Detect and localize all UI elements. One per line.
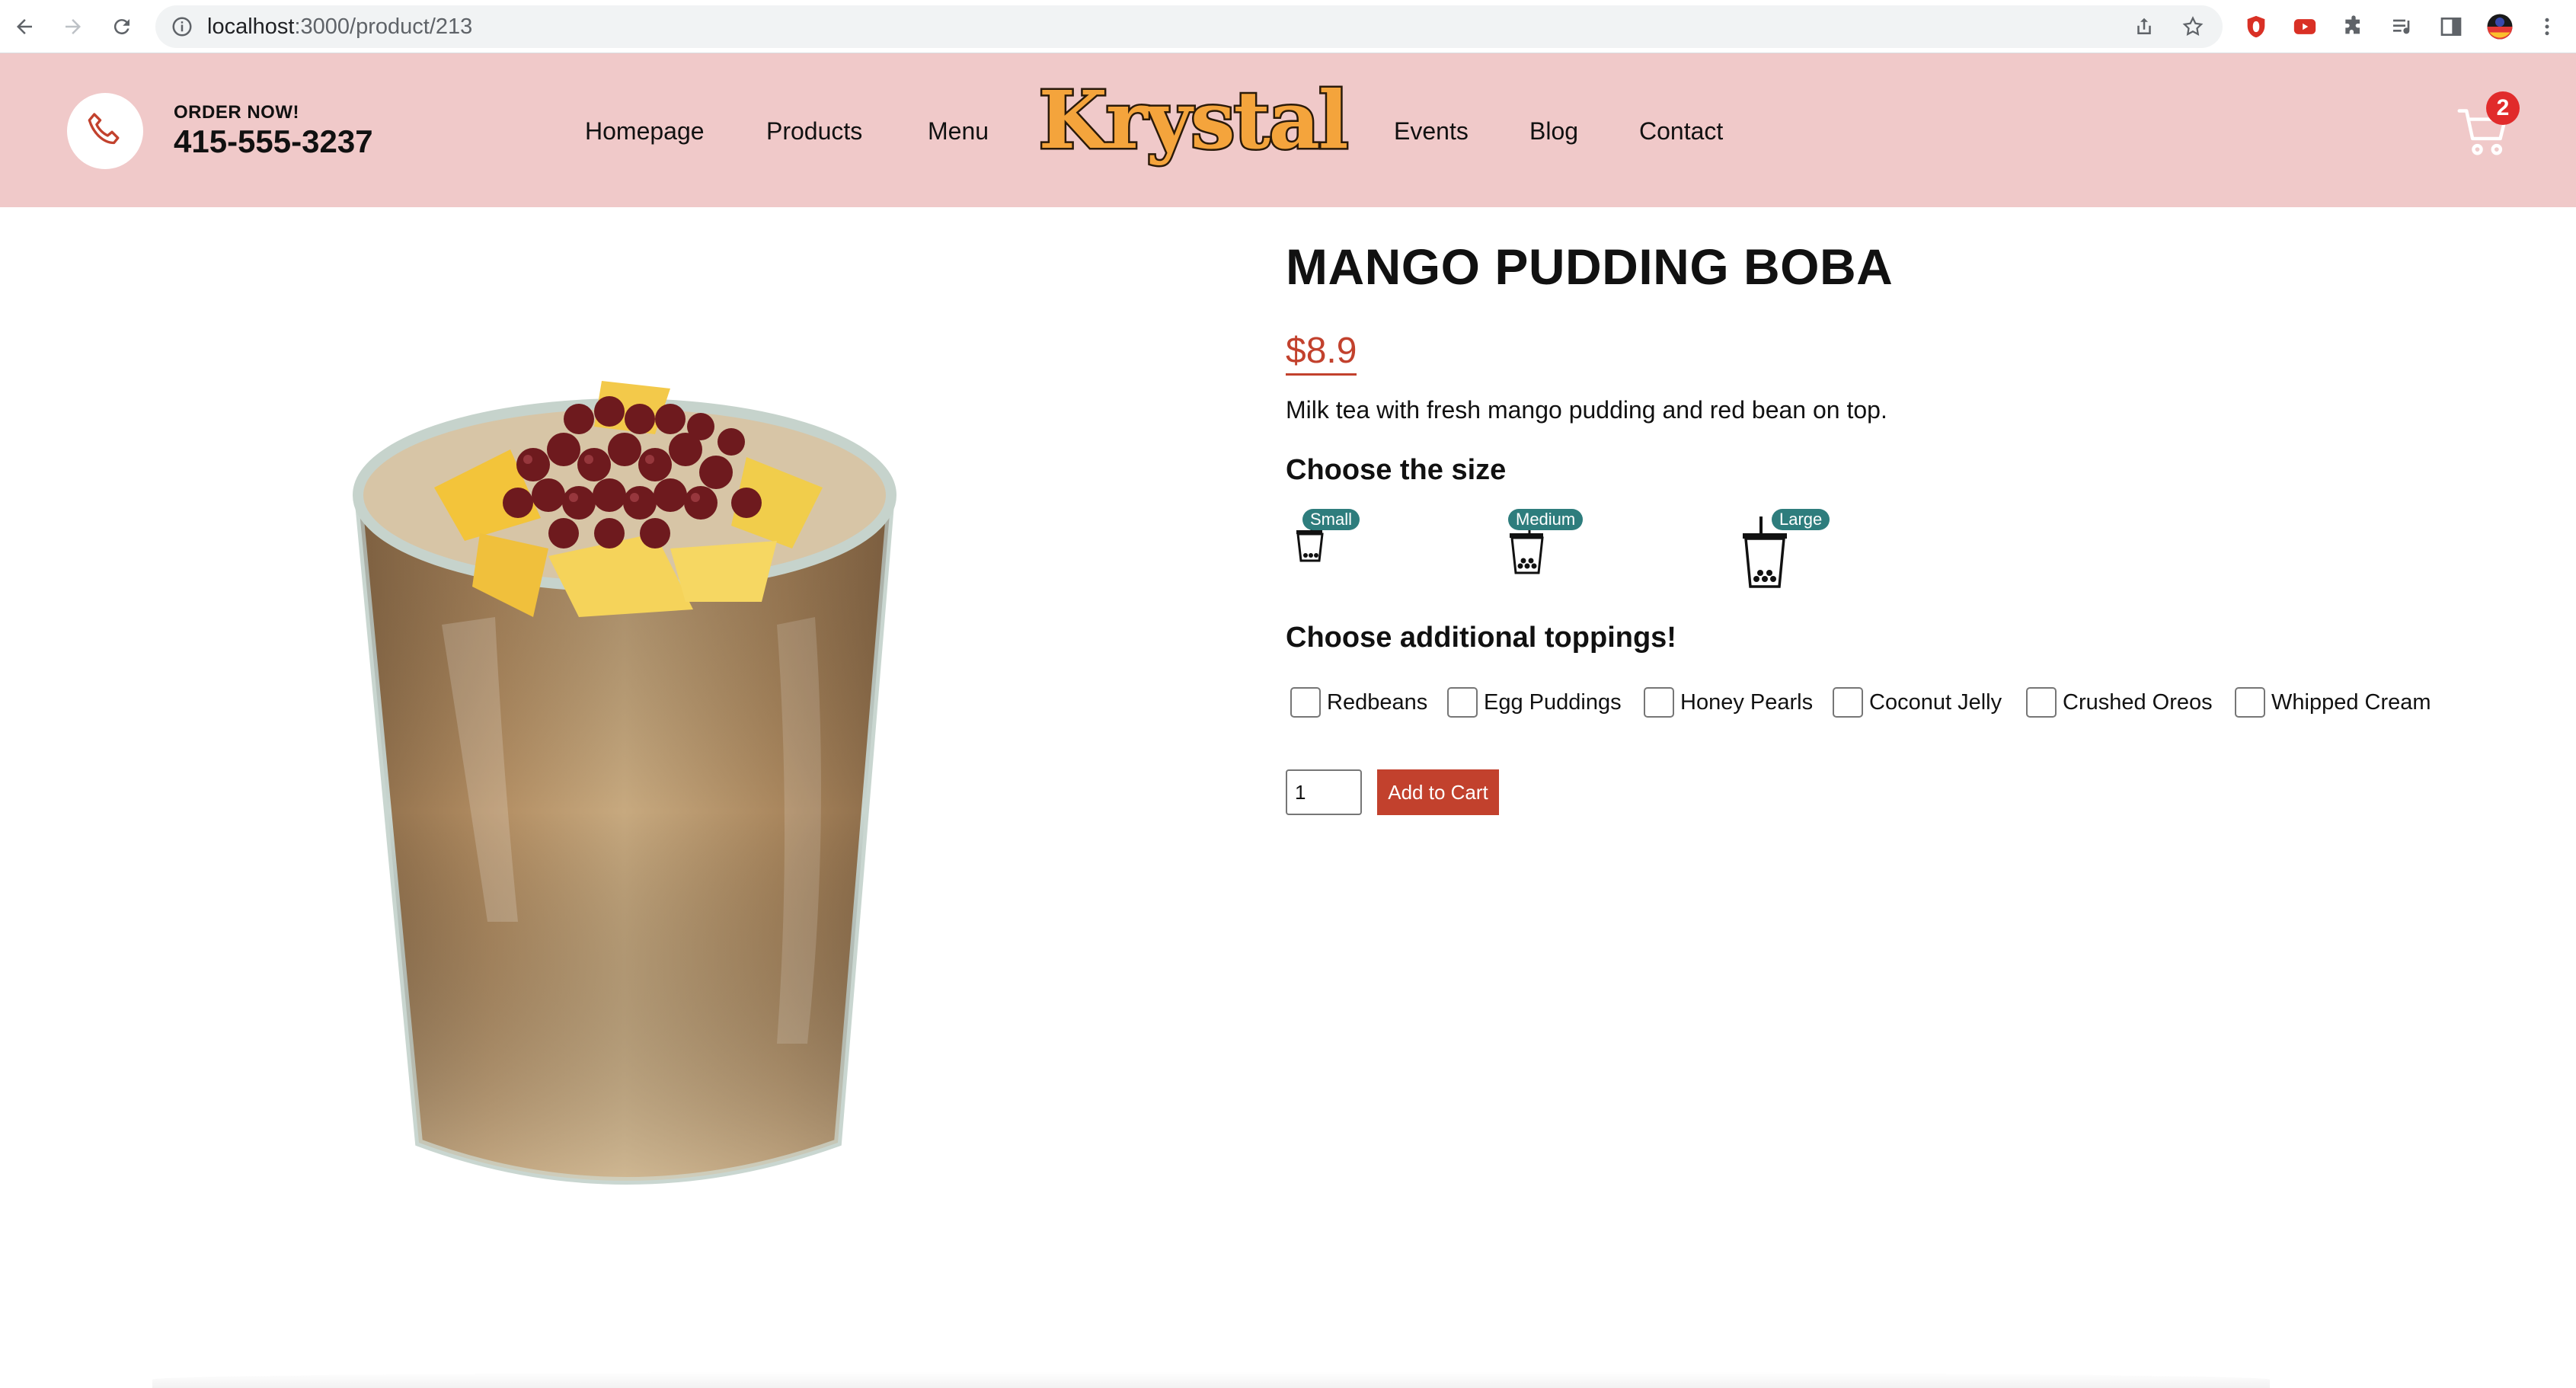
footer-shadow	[152, 1371, 2270, 1388]
topping-crushed-oreos[interactable]: Crushed Oreos	[2026, 687, 2213, 718]
extension-video-icon[interactable]	[2291, 13, 2319, 40]
topping-redbeans[interactable]: Redbeans	[1290, 687, 1427, 718]
topping-checkbox[interactable]	[2026, 687, 2057, 718]
nav-events[interactable]: Events	[1394, 116, 1469, 146]
nav-blog[interactable]: Blog	[1529, 116, 1578, 146]
size-label-small: Small	[1302, 509, 1360, 530]
browser-menu-icon[interactable]	[2533, 13, 2561, 40]
topping-label: Redbeans	[1327, 690, 1428, 715]
browser-toolbar: localhost:3000/product/213	[0, 0, 2576, 53]
product-price: $8.9	[1286, 329, 1357, 376]
phone-icon	[88, 113, 120, 145]
nav-homepage[interactable]: Homepage	[585, 116, 705, 146]
order-now-label: ORDER NOW!	[174, 102, 299, 123]
size-heading: Choose the size	[1286, 454, 1507, 486]
topping-checkbox[interactable]	[1447, 687, 1478, 718]
topping-honey-pearls[interactable]: Honey Pearls	[1644, 687, 1813, 718]
url-path: :3000/product/213	[294, 14, 473, 39]
topping-label: Egg Puddings	[1484, 690, 1622, 715]
reload-icon	[113, 19, 129, 35]
back-button[interactable]	[8, 10, 41, 43]
size-option-large[interactable]: Large	[1741, 506, 1848, 597]
forward-button[interactable]	[56, 10, 90, 43]
phone-button[interactable]	[67, 93, 143, 169]
product-title: MANGO PUDDING BOBA	[1286, 238, 1894, 295]
product-description: Milk tea with fresh mango pudding and re…	[1286, 396, 1887, 424]
topping-label: Whipped Cream	[2271, 690, 2431, 715]
url-text: localhost:3000/product/213	[207, 15, 472, 38]
topping-label: Honey Pearls	[1680, 690, 1814, 715]
nav-menu[interactable]: Menu	[928, 116, 989, 146]
extension-shield-icon[interactable]	[2242, 13, 2270, 40]
site-header: ORDER NOW! 415-555-3237 Homepage Product…	[0, 53, 2576, 207]
nav-products[interactable]: Products	[766, 116, 862, 146]
forward-arrow-icon	[66, 19, 81, 34]
product-image	[353, 381, 896, 1185]
medium-cup-icon	[1510, 523, 1544, 574]
bookmark-star-icon[interactable]	[2181, 15, 2204, 38]
toppings-heading: Choose additional toppings!	[1286, 622, 1676, 654]
nav-contact[interactable]: Contact	[1639, 116, 1723, 146]
size-option-small[interactable]: Small	[1295, 506, 1360, 567]
extensions-puzzle-icon[interactable]	[2340, 13, 2367, 40]
topping-whipped-cream[interactable]: Whipped Cream	[2235, 687, 2431, 718]
info-icon[interactable]	[171, 15, 193, 38]
size-option-medium[interactable]: Medium	[1508, 506, 1600, 582]
url-host: localhost	[207, 14, 295, 39]
quantity-input[interactable]: 1	[1286, 769, 1362, 815]
reading-list-icon[interactable]	[2389, 13, 2416, 40]
phone-number[interactable]: 415-555-3237	[174, 123, 373, 160]
topping-coconut-jelly[interactable]: Coconut Jelly	[1833, 687, 2002, 718]
topping-label: Coconut Jelly	[1869, 690, 2002, 715]
topping-checkbox[interactable]	[1833, 687, 1863, 718]
size-label-medium: Medium	[1508, 509, 1584, 530]
address-bar[interactable]: localhost:3000/product/213	[155, 5, 2223, 48]
topping-label: Crushed Oreos	[2063, 690, 2213, 715]
topping-checkbox[interactable]	[1644, 687, 1674, 718]
logo-text: Krystal	[1038, 81, 1347, 167]
cart-count-badge: 2	[2486, 91, 2520, 125]
size-label-large: Large	[1772, 509, 1830, 530]
topping-egg-puddings[interactable]: Egg Puddings	[1447, 687, 1622, 718]
krystal-logo[interactable]: Krystal	[1027, 81, 1359, 171]
topping-checkbox[interactable]	[1290, 687, 1321, 718]
profile-avatar-icon[interactable]	[2486, 13, 2514, 40]
add-to-cart-button[interactable]: Add to Cart	[1377, 769, 1499, 815]
reload-button[interactable]	[105, 10, 139, 43]
share-icon[interactable]	[2133, 15, 2156, 38]
back-arrow-icon	[17, 19, 32, 34]
topping-checkbox[interactable]	[2235, 687, 2265, 718]
side-panel-icon[interactable]	[2437, 13, 2465, 40]
